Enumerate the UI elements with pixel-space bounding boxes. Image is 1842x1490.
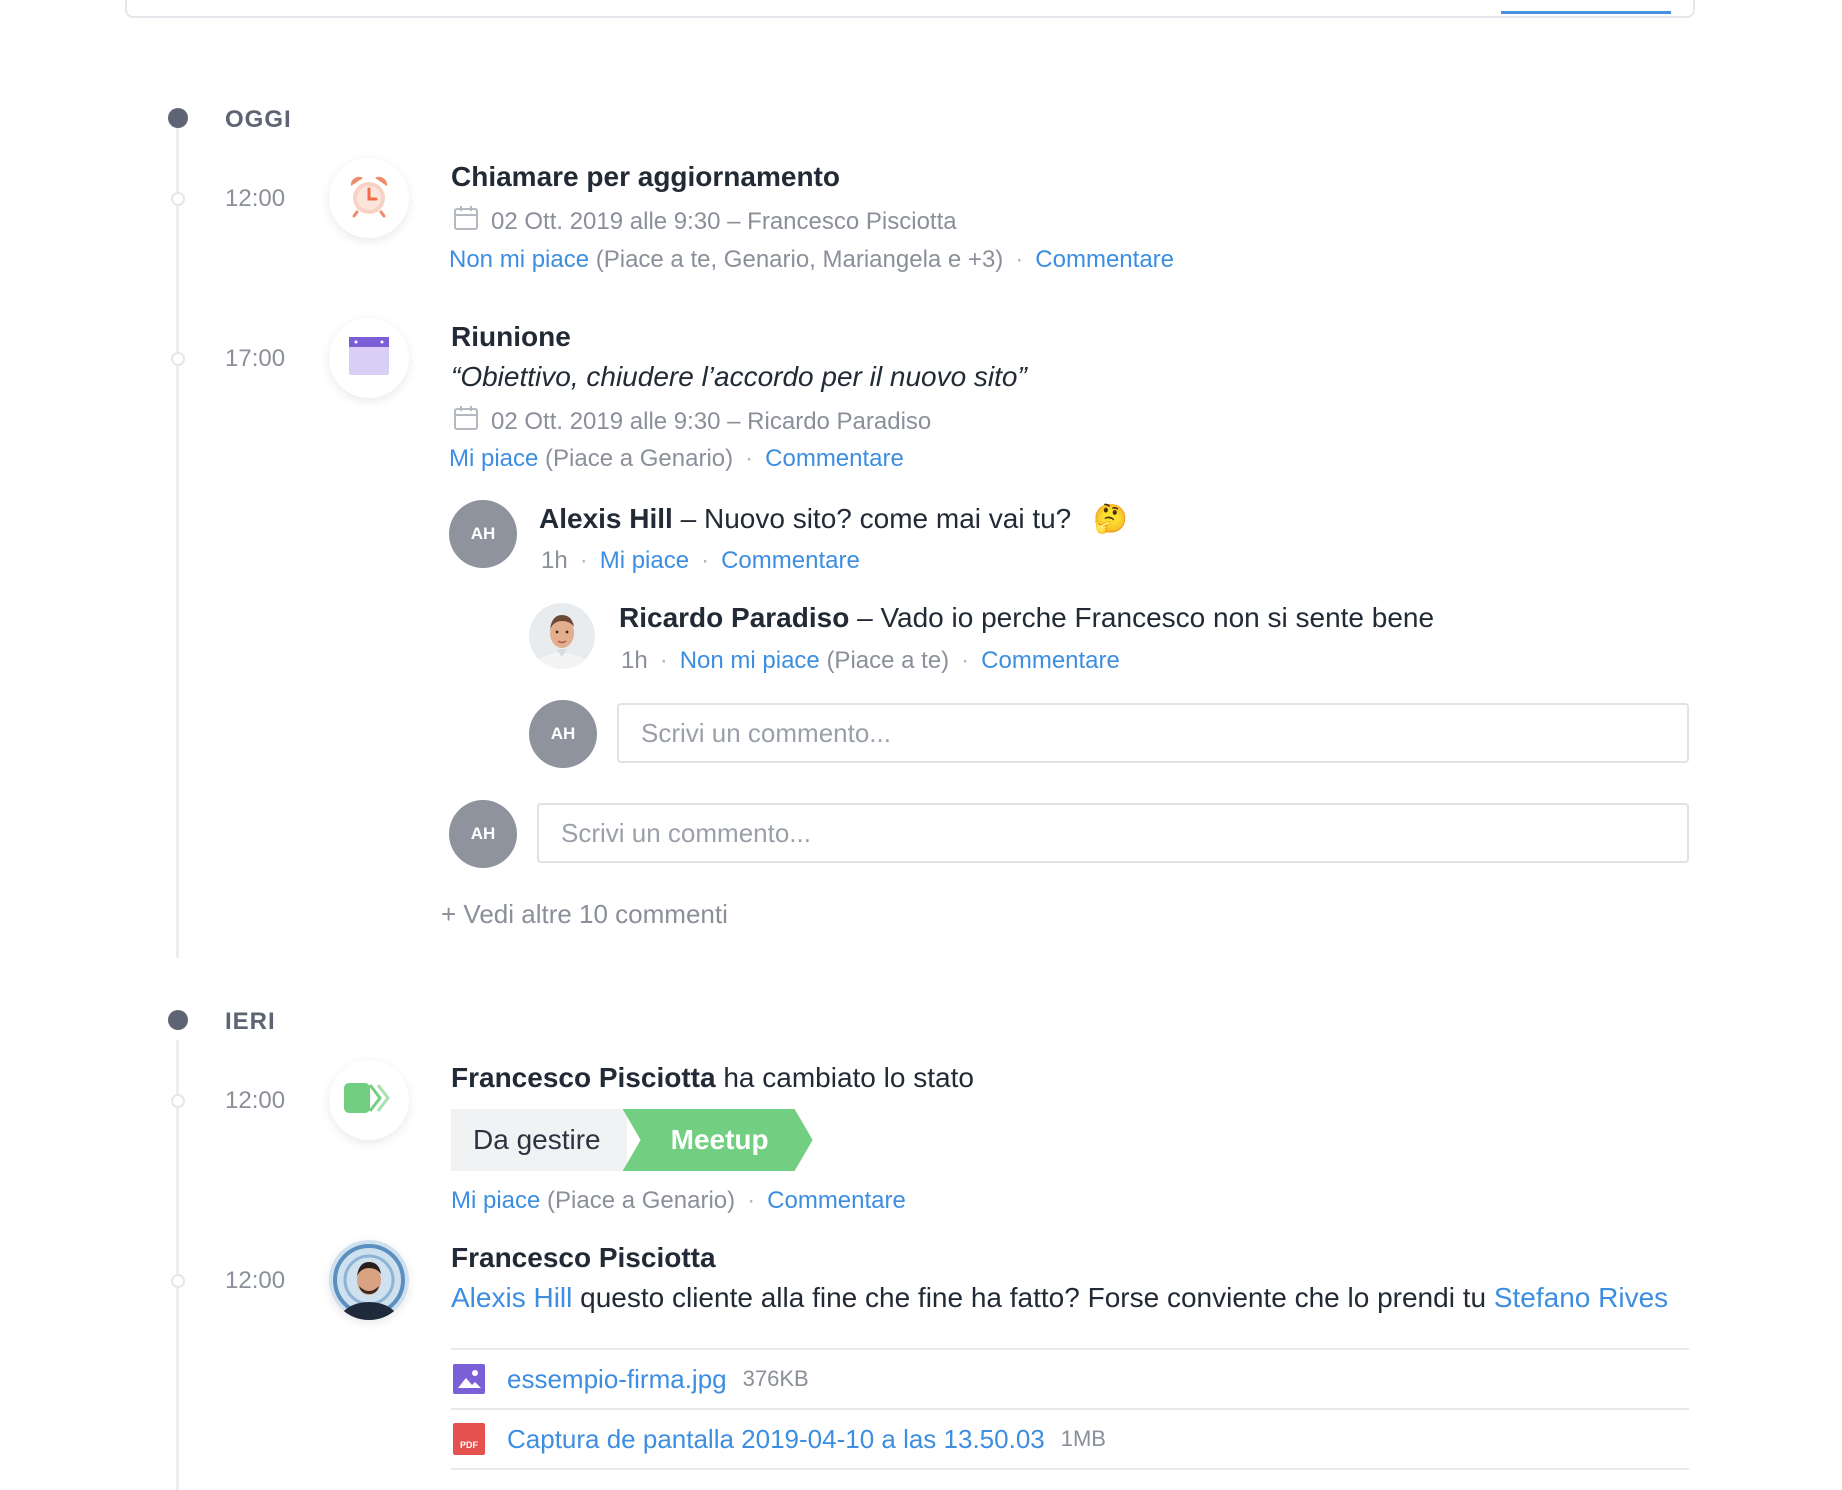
comment-author[interactable]: Alexis Hill — [539, 503, 673, 534]
like-link[interactable]: Mi piace — [451, 1187, 540, 1214]
calendar-outline-icon — [453, 205, 491, 238]
comment-actions: 1h · Mi piace · Commentare — [541, 547, 860, 575]
timeline-dot — [171, 352, 185, 366]
thinking-face-emoji: 🤔 — [1093, 503, 1128, 534]
avatar[interactable] — [529, 603, 595, 669]
timeline-dot — [171, 1094, 185, 1108]
item-meta: 02 Ott. 2019 alle 9:30 – Ricardo Paradis… — [453, 405, 931, 438]
item-meta: 02 Ott. 2019 alle 9:30 – Francesco Pisci… — [453, 205, 957, 238]
alarm-clock-icon — [345, 172, 393, 225]
avatar[interactable]: AH — [449, 800, 517, 868]
timeline-dot — [171, 1274, 185, 1288]
comment-link[interactable]: Commentare — [981, 647, 1120, 674]
section-dot-today — [168, 108, 188, 128]
status-change-action: ha cambiato lo stato — [715, 1062, 974, 1093]
avatar[interactable]: AH — [449, 500, 517, 568]
item-title: Chiamare per aggiornamento — [451, 161, 840, 192]
calendar-icon — [348, 335, 390, 382]
item-author[interactable]: Francesco Pisciotta — [451, 1062, 716, 1093]
comment-input[interactable] — [537, 803, 1689, 863]
item-time: 12:00 — [225, 1267, 286, 1294]
section-label-yesterday: IERI — [225, 1008, 276, 1035]
section-label-today: OGGI — [225, 106, 292, 133]
image-file-icon — [453, 1364, 485, 1394]
attachment-row[interactable]: essempio-firma.jpg 376KB — [451, 1348, 1689, 1408]
like-link[interactable]: Mi piace — [600, 547, 689, 574]
attachment-size: 376KB — [742, 1366, 809, 1391]
pdf-badge-label: PDF — [460, 1440, 478, 1450]
item-title: Riunione — [451, 321, 571, 352]
post-message-body: questo cliente alla fine che fine ha fat… — [572, 1282, 1494, 1313]
separator-dot: · — [961, 647, 970, 674]
reply-age: 1h — [621, 647, 648, 674]
status-to-badge: Meetup — [623, 1109, 813, 1171]
item-actions: Mi piace (Piace a Genario) · Commentare — [451, 1187, 906, 1215]
attachment-name[interactable]: essempio-firma.jpg — [507, 1364, 727, 1395]
separator-dot: · — [745, 445, 754, 472]
separator-dot: · — [1015, 246, 1024, 273]
attachment-row[interactable]: PDF Captura de pantalla 2019-04-10 a las… — [451, 1408, 1689, 1470]
post-author[interactable]: Francesco Pisciotta — [451, 1242, 716, 1274]
item-icon-circle — [329, 318, 409, 398]
comment-link[interactable]: Commentare — [721, 547, 860, 574]
attachment-name[interactable]: Captura de pantalla 2019-04-10 a las 13.… — [507, 1424, 1045, 1455]
status-change-badges: Da gestire Meetup — [451, 1109, 813, 1171]
item-icon-circle — [329, 158, 409, 238]
see-more-comments-link[interactable]: + Vedi altre 10 commenti — [441, 899, 728, 930]
like-link[interactable]: Mi piace — [449, 445, 538, 472]
separator-dot: · — [747, 1187, 756, 1214]
status-from-badge: Da gestire — [451, 1109, 627, 1171]
likes-summary: (Piace a te) — [826, 647, 950, 674]
comment-text: Alexis Hill – Nuovo sito? come mai vai t… — [539, 502, 1128, 535]
reply-author[interactable]: Ricardo Paradiso — [619, 602, 849, 633]
item-icon-circle — [329, 1060, 409, 1140]
separator-dot: · — [659, 647, 668, 674]
separator-dot: · — [701, 547, 710, 574]
avatar[interactable] — [329, 1240, 409, 1320]
mention-link[interactable]: Stefano Rives — [1494, 1282, 1668, 1313]
reply-body: – Vado io perche Francesco non si sente … — [849, 602, 1435, 633]
item-time: 17:00 — [225, 345, 286, 372]
reply-text: Ricardo Paradiso – Vado io perche France… — [619, 602, 1434, 634]
separator-dot: · — [579, 547, 588, 574]
item-quote: “Obiettivo, chiudere l’accordo per il nu… — [451, 361, 1027, 392]
item-meta-text: 02 Ott. 2019 alle 9:30 – Francesco Pisci… — [491, 207, 957, 235]
item-time: 12:00 — [225, 1087, 286, 1114]
likes-summary: (Piace a Genario) — [547, 1187, 736, 1214]
avatar[interactable]: AH — [529, 700, 597, 768]
unlike-link[interactable]: Non mi piace — [449, 246, 589, 273]
pdf-file-icon: PDF — [453, 1423, 485, 1455]
likes-summary: (Piace a Genario) — [545, 445, 734, 472]
item-time: 12:00 — [225, 185, 286, 212]
section-dot-yesterday — [168, 1010, 188, 1030]
top-card — [125, 0, 1695, 18]
item-actions: Mi piace (Piace a Genario) · Commentare — [449, 445, 904, 473]
top-card-tab-indicator — [1501, 11, 1671, 14]
comment-link[interactable]: Commentare — [767, 1187, 906, 1214]
post-message: Alexis Hill questo cliente alla fine che… — [451, 1282, 1668, 1314]
comment-link[interactable]: Commentare — [1035, 246, 1174, 273]
calendar-outline-icon — [453, 405, 491, 438]
attachment-size: 1MB — [1060, 1426, 1106, 1451]
item-meta-text: 02 Ott. 2019 alle 9:30 – Ricardo Paradis… — [491, 407, 932, 435]
reply-comment-input[interactable] — [617, 703, 1689, 763]
mention-link[interactable]: Alexis Hill — [451, 1282, 572, 1313]
status-change-text: Francesco Pisciotta ha cambiato lo stato — [451, 1062, 974, 1094]
comment-age: 1h — [541, 547, 568, 574]
reply-actions: 1h · Non mi piace (Piace a te) · Commentare — [621, 647, 1120, 675]
timeline-dot — [171, 192, 185, 206]
timeline-line-today — [176, 128, 179, 958]
item-actions: Non mi piace (Piace a te, Genario, Maria… — [449, 246, 1174, 274]
likes-summary: (Piace a te, Genario, Mariangela e +3) — [595, 246, 1004, 273]
status-change-icon — [344, 1081, 394, 1120]
comment-link[interactable]: Commentare — [765, 445, 904, 472]
unlike-link[interactable]: Non mi piace — [680, 647, 820, 674]
comment-body: – Nuovo sito? come mai vai tu? — [672, 503, 1072, 534]
